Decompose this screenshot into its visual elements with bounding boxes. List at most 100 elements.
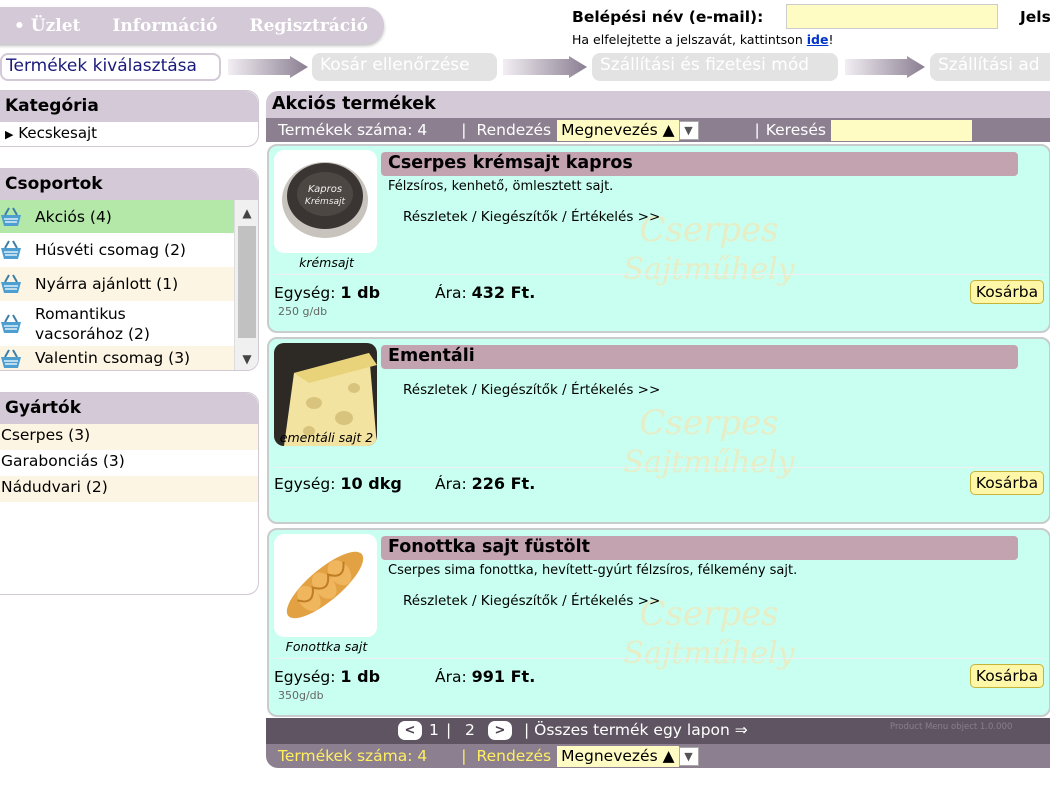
category-title: Kategória [0,91,258,122]
group-item[interactable]: Romantikus vacsorához (2) [0,301,235,346]
product-caption: krémsajt [299,255,354,270]
sort-select[interactable]: Megnevezés ▲ [557,745,679,767]
chevron-up-icon[interactable]: ▲ [235,202,258,224]
next-page-button[interactable]: > [488,721,512,740]
sort-label: Rendezés [476,747,552,765]
basket-icon [0,348,27,370]
chevron-down-icon[interactable]: ▼ [235,348,258,370]
add-to-cart-button[interactable]: Kosárba [970,280,1044,304]
svg-text:Krémsajt: Krémsajt [305,196,346,207]
nav-registration[interactable]: Regisztráció [249,16,368,36]
maker-item[interactable]: Nádudvari (2) [0,476,258,502]
product-description: Cserpes sima fonottka, hevített-gyúrt fé… [388,563,798,578]
product-unit: Egység: 1 db [274,667,381,686]
search-input[interactable] [830,119,972,141]
group-item[interactable]: Akciós (4) [0,200,235,233]
category-item-label: Kecskesajt [18,124,98,142]
product-count: Termékek száma: 4 [278,747,428,765]
triangle-right-icon: ▶ [5,128,14,141]
step-cart-check[interactable]: Kosár ellenőrzése [312,53,497,81]
all-products-link[interactable]: | Összes termék egy lapon ⇒ [524,721,748,739]
password-label: Jels [1020,8,1050,26]
product-card: Cserpes Sajtműhely ementáli sajt 2 Ementá… [267,337,1050,524]
chevron-down-icon[interactable]: ▼ [678,746,699,766]
chevron-down-icon[interactable]: ▼ [678,120,699,140]
step-arrow-icon [228,56,308,78]
prev-page-button[interactable]: < [398,721,422,740]
page-2-link[interactable]: 2 [465,721,475,739]
groups-list: Akciós (4) Húsvéti csomag (2) Nyárra ajá… [0,200,258,370]
product-image[interactable]: Kapros Krémsajt [274,150,377,253]
product-title[interactable]: Ementáli [381,345,1018,369]
nav-shop[interactable]: • Üzlet [14,16,80,36]
product-details-link[interactable]: Részletek / Kiegészítők / Értékelés >> [403,382,660,398]
product-unit: Egység: 1 db [274,283,381,302]
group-item[interactable]: Nyárra ajánlott (1) [0,267,235,301]
product-details-link[interactable]: Részletek / Kiegészítők / Értékelés >> [403,593,660,609]
groups-panel: Csoportok Akciós (4) Húsvéti csomag (2) … [0,168,259,371]
group-item[interactable]: Húsvéti csomag (2) [0,233,235,267]
nav-information[interactable]: Információ [112,16,217,36]
page-title: Akciós termékek [266,91,1050,118]
main-nav: • Üzlet Információ Regisztráció [0,7,384,44]
basket-icon [0,206,27,228]
basket-icon [0,313,27,335]
product-caption: ementáli sajt 2 [279,430,374,445]
forgot-password-link[interactable]: ide [807,32,829,47]
step-shipping-payment[interactable]: Szállítási és fizetési mód [592,53,838,81]
product-description: Félzsíros, kenhető, ömlesztett sajt. [388,179,614,194]
bottom-toolbar: Termékek száma: 4 | Rendezés Megnevezés … [266,744,1050,768]
basket-icon [0,239,27,261]
product-caption: Fonottka sajt [285,639,368,654]
svg-text:Sajtműhely: Sajtműhely [623,252,795,287]
top-toolbar: Termékek száma: 4 | Rendezés Megnevezés … [266,118,1050,142]
product-weight: 350g/db [278,689,324,702]
svg-text:Sajtműhely: Sajtműhely [623,445,795,480]
step-select-products[interactable]: Termékek kiválasztása [0,53,221,81]
product-title[interactable]: Cserpes krémsajt kapros [381,152,1018,176]
product-price: Ára: 991 Ft. [435,667,536,686]
category-item[interactable]: ▶ Kecskesajt [0,122,258,146]
groups-title: Csoportok [0,169,258,200]
pagination-bar: < 1 | 2 > | Összes termék egy lapon ⇒ Pr… [266,718,1050,744]
product-card: Cserpes Sajtműhely Kapros Krémsajt krémsaj… [267,144,1050,333]
makers-title: Gyártók [0,393,258,424]
product-count: Termékek száma: 4 [278,121,428,139]
version-label: Product Menu object 1.0.000 [890,722,1013,732]
product-price: Ára: 226 Ft. [435,474,536,493]
product-title[interactable]: Fonottka sajt füstölt [381,536,1018,560]
step-arrow-icon [845,56,925,78]
maker-item[interactable]: Garabonciás (3) [0,450,258,476]
divider [274,658,1044,659]
sort-select[interactable]: Megnevezés ▲ [557,119,679,141]
sort-label: Rendezés [476,121,552,139]
maker-item[interactable]: Cserpes (3) [0,424,258,450]
product-weight: 250 g/db [278,305,328,318]
watermark-logo: CserpesSajtműhely [623,403,795,480]
svg-text:Kapros: Kapros [308,184,342,195]
product-price: Ára: 432 Ft. [435,283,536,302]
basket-icon [0,273,27,295]
page-1-link[interactable]: 1 [429,721,439,739]
product-card: Cserpes Sajtműhely Fonottka sajt Fonottka… [267,528,1050,717]
group-item[interactable]: Valentin csomag (3) [0,346,235,370]
search-label: Keresés [765,121,826,139]
product-details-link[interactable]: Részletek / Kiegészítők / Értékelés >> [403,209,660,225]
divider [274,274,1044,275]
add-to-cart-button[interactable]: Kosárba [970,664,1044,688]
login-label: Belépési név (e-mail): [572,8,764,26]
scrollbar-thumb[interactable] [238,226,256,338]
svg-text:Cserpes: Cserpes [639,403,778,443]
divider [274,467,1044,468]
svg-text:Sajtműhely: Sajtműhely [623,636,795,671]
step-shipping-data[interactable]: Szállítási ad [930,53,1050,81]
product-unit: Egység: 10 dkg [274,474,402,493]
email-field[interactable] [786,4,998,29]
groups-scrollbar[interactable]: ▲ ▼ [234,200,258,370]
makers-panel: Gyártók Cserpes (3) Garabonciás (3) Nádu… [0,392,259,595]
forgot-password-text: Ha elfelejtette a jelszavát, kattintson … [572,32,834,47]
step-arrow-icon [503,56,587,78]
category-panel: Kategória ▶ Kecskesajt [0,90,259,147]
add-to-cart-button[interactable]: Kosárba [970,471,1044,495]
product-image[interactable] [274,534,377,637]
